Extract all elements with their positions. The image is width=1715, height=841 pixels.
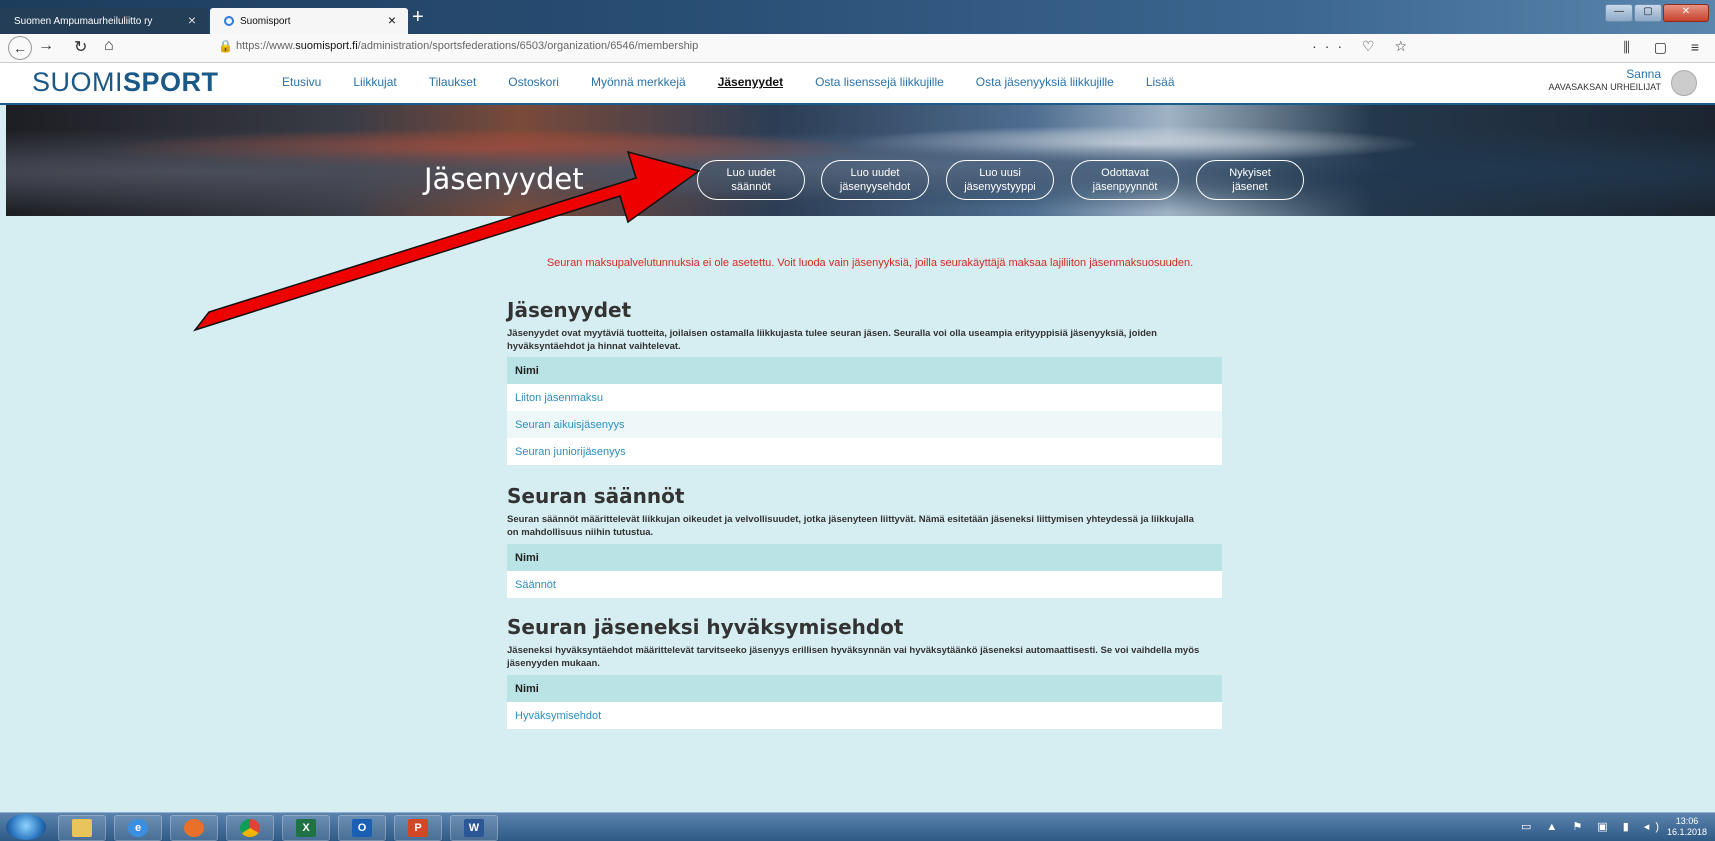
membership-link[interactable]: Seuran aikuisjäsenyys <box>507 411 1222 438</box>
library-sidebar-menu-icon[interactable]: ⫼ ▢ ≡ <box>1623 39 1709 56</box>
hero-banner: Jäsenyydet Luo uudet säännöt Luo uudet j… <box>6 105 1715 216</box>
table-row[interactable]: Liiton jäsenmaksu <box>507 384 1222 411</box>
create-rules-button[interactable]: Luo uudet säännöt <box>697 160 805 200</box>
nav-liikkujat[interactable]: Liikkujat <box>353 75 396 89</box>
nav-tilaukset[interactable]: Tilaukset <box>429 75 477 89</box>
url-prefix: https://www. <box>236 40 296 52</box>
section-title-memberships: Jäsenyydet <box>507 298 632 322</box>
clock-date: 16.1.2018 <box>1666 827 1707 837</box>
tab-title: Suomen Ampumaurheiluliitto ry <box>14 15 153 27</box>
club-rules-table: Nimi Säännöt <box>507 544 1222 598</box>
section-title-acceptance-terms: Seuran jäseneksi hyväksymisehdot <box>507 615 904 639</box>
windows-taskbar: e X O P W ▭ ▲ ⚑ ▣ ▮ ◂) 13:06 16.1.2018 <box>0 812 1715 841</box>
close-tab-icon[interactable]: × <box>388 12 396 28</box>
taskbar-clock[interactable]: 13:06 16.1.2018 <box>1667 816 1707 838</box>
payment-notice: Seuran maksupalvelutunnuksia ei ole aset… <box>546 257 1194 269</box>
section-title-club-rules: Seuran säännöt <box>507 484 685 508</box>
table-row[interactable]: Hyväksymisehdot <box>507 702 1222 729</box>
site-header: SUOMISPORT Etusivu Liikkujat Tilaukset O… <box>0 63 1715 105</box>
nav-lisaa[interactable]: Lisää <box>1146 75 1175 89</box>
create-membership-terms-button[interactable]: Luo uudet jäsenyysehdot <box>821 160 929 200</box>
internet-explorer-icon[interactable]: e <box>114 815 162 841</box>
browser-tab-bar: Suomen Ampumaurheiluliitto ry × Suomispo… <box>0 0 1715 34</box>
forward-arrow-icon[interactable]: → <box>38 37 54 55</box>
system-tray-icons[interactable]: ▭ ▲ ⚑ ▣ ▮ ◂) <box>1521 820 1665 833</box>
url-path: /administration/sportsfederations/6503/o… <box>357 40 699 52</box>
home-icon[interactable]: ⌂ <box>104 37 114 55</box>
word-glyph: W <box>464 819 484 837</box>
nav-ostoskori[interactable]: Ostoskori <box>508 75 559 89</box>
table-row[interactable]: Säännöt <box>507 571 1222 598</box>
new-tab-button[interactable]: + <box>412 6 424 29</box>
suomisport-favicon-icon <box>224 16 234 26</box>
pending-member-requests-button[interactable]: Odottavat jäsenpyynnöt <box>1071 160 1179 200</box>
maximize-icon[interactable]: ▢ <box>1634 4 1662 22</box>
tab-suomisport[interactable]: Suomisport × <box>210 8 408 34</box>
current-members-button[interactable]: Nykyiset jäsenet <box>1196 160 1304 200</box>
clock-time: 13:06 <box>1675 816 1699 826</box>
browser-toolbar: ← → ↻ ⌂ 🔒 https://www.suomisport.fi/admi… <box>0 34 1715 63</box>
user-menu[interactable]: Sanna AAVASAKSAN URHEILIJAT <box>1548 68 1661 94</box>
section-description-acceptance-terms: Jäseneksi hyväksyntäehdot määrittelevät … <box>507 645 1200 669</box>
close-tab-icon[interactable]: × <box>188 12 196 28</box>
excel-icon[interactable]: X <box>282 815 330 841</box>
suomisport-logo[interactable]: SUOMISPORT <box>32 67 219 98</box>
powerpoint-glyph: P <box>408 819 428 837</box>
nav-jasenyydet[interactable]: Jäsenyydet <box>718 75 783 89</box>
back-arrow-icon[interactable]: ← <box>8 36 32 60</box>
nav-myonna-merkkeja[interactable]: Myönnä merkkejä <box>591 75 686 89</box>
minimize-icon[interactable]: — <box>1605 4 1633 22</box>
membership-link[interactable]: Seuran juniorijäsenyys <box>507 438 1222 465</box>
url-domain: suomisport.fi <box>295 40 358 52</box>
nav-osta-jasenyyksia[interactable]: Osta jäsenyyksiä liikkujille <box>976 75 1114 89</box>
secure-lock-icon[interactable]: 🔒 <box>218 39 233 53</box>
chrome-icon[interactable] <box>226 815 274 841</box>
table-row[interactable]: Seuran aikuisjäsenyys <box>507 411 1222 438</box>
address-bar[interactable]: https://www.suomisport.fi/administration… <box>236 40 698 52</box>
outlook-glyph: O <box>352 819 372 837</box>
ie-glyph: e <box>128 819 148 837</box>
user-avatar-icon[interactable] <box>1671 70 1697 96</box>
table-header-name: Nimi <box>507 544 1222 571</box>
window-controls: — ▢ ✕ <box>1605 4 1709 22</box>
logo-text-light: SUOMI <box>32 67 124 97</box>
firefox-glyph <box>184 819 204 837</box>
windows-start-icon[interactable] <box>6 814 46 840</box>
reload-icon[interactable]: ↻ <box>74 37 87 57</box>
tab-title: Suomisport <box>240 15 291 27</box>
memberships-table: Nimi Liiton jäsenmaksu Seuran aikuisjäse… <box>507 357 1222 465</box>
table-row[interactable]: Seuran juniorijäsenyys <box>507 438 1222 465</box>
nav-osta-lisensseja[interactable]: Osta lisenssejä liikkujille <box>815 75 944 89</box>
tab-ampumaurheiluliitto[interactable]: Suomen Ampumaurheiluliitto ry × <box>0 8 208 34</box>
close-window-icon[interactable]: ✕ <box>1663 4 1709 22</box>
outlook-icon[interactable]: O <box>338 815 386 841</box>
user-organization: AAVASAKSAN URHEILIJAT <box>1548 82 1661 92</box>
section-description-memberships: Jäsenyydet ovat myytäviä tuotteita, joil… <box>507 328 1157 352</box>
section-description-club-rules: Seuran säännöt määrittelevät liikkujan o… <box>507 514 1194 538</box>
user-name: Sanna <box>1626 67 1661 81</box>
main-navigation: Etusivu Liikkujat Tilaukset Ostoskori My… <box>282 75 1207 89</box>
table-header-name: Nimi <box>507 675 1222 702</box>
table-header-name: Nimi <box>507 357 1222 384</box>
page-title: Jäsenyydet <box>424 162 584 196</box>
nav-etusivu[interactable]: Etusivu <box>282 75 321 89</box>
page-actions-icon[interactable]: ··· ♡ ☆ <box>1312 38 1415 55</box>
create-membership-type-button[interactable]: Luo uusi jäsenyystyyppi <box>946 160 1054 200</box>
rules-link[interactable]: Säännöt <box>507 571 1222 598</box>
chrome-glyph <box>240 819 260 837</box>
membership-link[interactable]: Liiton jäsenmaksu <box>507 384 1222 411</box>
word-icon[interactable]: W <box>450 815 498 841</box>
acceptance-terms-link[interactable]: Hyväksymisehdot <box>507 702 1222 729</box>
excel-glyph: X <box>296 819 316 837</box>
explorer-glyph <box>72 819 92 837</box>
acceptance-terms-table: Nimi Hyväksymisehdot <box>507 675 1222 729</box>
powerpoint-icon[interactable]: P <box>394 815 442 841</box>
firefox-icon[interactable] <box>170 815 218 841</box>
logo-text-bold: SPORT <box>123 67 219 97</box>
explorer-folder-icon[interactable] <box>58 815 106 841</box>
